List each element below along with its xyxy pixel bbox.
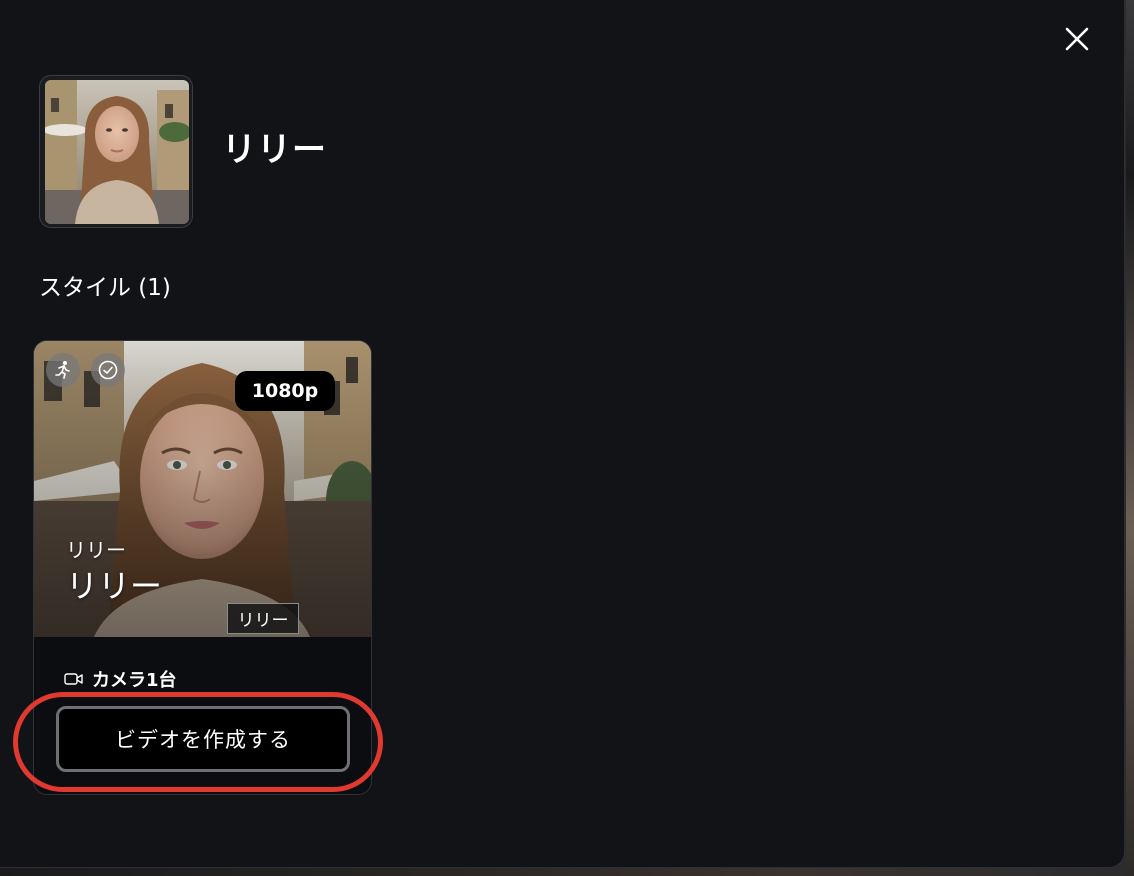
overlay-caption-small: リリー bbox=[66, 538, 126, 562]
check-circle-icon bbox=[91, 353, 125, 387]
video-camera-icon bbox=[64, 673, 83, 685]
avatar-photo bbox=[45, 80, 189, 224]
camera-count-label: カメラ1台 bbox=[92, 670, 177, 691]
style-preview-image: 1080p リリー リリー リリー bbox=[34, 341, 371, 637]
avatar-name: リリー bbox=[222, 130, 327, 170]
avatar-detail-dialog: リリー スタイル (1) 1080p リリー リリー リリー カメラ1台 ビデオ… bbox=[0, 0, 1125, 868]
overlay-caption-large: リリー bbox=[66, 567, 163, 605]
resolution-badge: 1080p bbox=[235, 371, 335, 411]
background-edge bbox=[1126, 0, 1134, 876]
close-icon bbox=[1065, 27, 1089, 51]
styles-section-title: スタイル (1) bbox=[39, 275, 171, 301]
overlay-name-tag: リリー bbox=[227, 603, 299, 634]
style-card[interactable]: 1080p リリー リリー リリー カメラ1台 ビデオを作成する bbox=[33, 340, 372, 795]
running-figure-icon bbox=[46, 353, 80, 387]
create-video-button[interactable]: ビデオを作成する bbox=[56, 706, 350, 772]
close-button[interactable] bbox=[1058, 24, 1096, 56]
avatar bbox=[39, 75, 193, 228]
camera-info: カメラ1台 bbox=[64, 666, 177, 692]
